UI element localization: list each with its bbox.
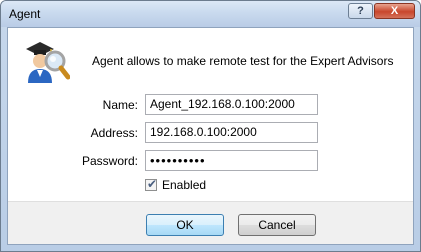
help-button[interactable]: ? [348,3,373,19]
close-button[interactable]: X [374,3,415,19]
dialog-description: Agent allows to make remote test for the… [92,54,394,68]
help-icon: ? [357,4,364,17]
enabled-option[interactable]: ✔ Enabled [145,177,206,192]
address-label: Address: [90,126,138,140]
enabled-checkbox[interactable]: ✔ [145,177,158,191]
checkmark-icon: ✔ [147,177,158,191]
enabled-label[interactable]: Enabled [162,178,206,192]
name-label: Name: [102,98,138,112]
close-icon: X [390,4,399,17]
name-field[interactable]: Agent_192.168.0.100:2000 [145,94,318,115]
agent-graduate-magnifier-icon [26,42,70,83]
title-bar[interactable]: Agent ? X [1,1,420,27]
password-field[interactable]: •••••••••• [145,150,318,171]
address-field[interactable]: 192.168.0.100:2000 [145,122,318,143]
ok-button[interactable]: OK [146,214,224,236]
password-label: Password: [81,154,138,168]
window-title: Agent [9,7,41,21]
agent-dialog: Agent ? X Agent allows to make remote te… [0,0,421,252]
dialog-content: Agent allows to make remote test for the… [7,27,414,245]
cancel-button[interactable]: Cancel [238,214,316,236]
